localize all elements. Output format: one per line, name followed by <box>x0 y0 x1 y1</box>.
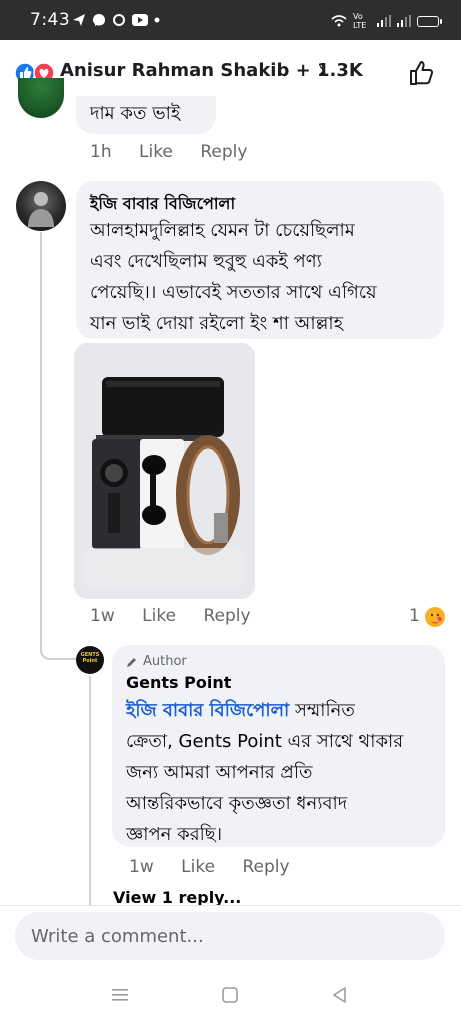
system-nav-bar <box>0 968 461 1024</box>
view-replies-link[interactable]: View 1 reply... <box>113 888 241 905</box>
send-icon <box>73 14 85 26</box>
comment-actions: 1w Like Reply <box>90 606 273 626</box>
reply-link[interactable]: Reply <box>203 606 250 626</box>
mention-link[interactable]: ইজি বাবার বিজিপোলা <box>126 700 289 721</box>
signal-icon <box>377 15 391 27</box>
dot-icon <box>154 17 160 23</box>
reaction-count[interactable]: 1 <box>409 606 422 626</box>
recent-apps-icon[interactable] <box>110 986 130 1004</box>
like-link[interactable]: Like <box>142 606 176 626</box>
commenter-avatar[interactable] <box>16 181 66 231</box>
care-reaction-icon[interactable] <box>424 606 446 628</box>
reply-link[interactable]: Reply <box>200 142 247 162</box>
reply-link[interactable]: Reply <box>242 857 289 877</box>
signal-2-icon <box>397 15 411 27</box>
home-icon[interactable] <box>221 986 239 1004</box>
comment-bubble-top: দাম কত ভাই <box>76 96 216 134</box>
reaction-count-number: 1 <box>409 606 420 626</box>
thread-line <box>40 232 42 650</box>
comment-photo[interactable] <box>74 343 255 599</box>
comment-composer[interactable] <box>15 912 445 960</box>
pencil-icon <box>127 657 136 667</box>
reply-actions: 1w Like Reply <box>129 857 312 877</box>
view-replies-label: View 1 reply... <box>113 888 242 905</box>
person-silhouette <box>28 192 54 227</box>
comment-line: আলহামদুলিল্লাহ যেমন টা চেয়েছিলাম <box>90 220 355 241</box>
like-icon[interactable] <box>408 58 438 88</box>
reply-line: আন্তরিকভাবে কৃতজ্ঞতা ধন্যবাদ <box>126 793 348 814</box>
comment-line: যান ভাই দোয়া রইলো ইং শা আল্লাহ <box>90 313 344 334</box>
comment-actions-top: 1h Like Reply <box>90 142 269 162</box>
reply-bubble: Author Gents Point ইজি বাবার বিজিপোলা সম… <box>112 645 445 847</box>
back-icon[interactable] <box>331 986 349 1004</box>
comment-bubble: ইজি বাবার বিজিপোলা আলহামদুলিল্লাহ যেমন ট… <box>76 181 444 339</box>
status-bar: 7:43 Vo LTE <box>0 0 461 40</box>
like-link[interactable]: Like <box>139 142 173 162</box>
messenger-icon <box>93 14 105 26</box>
reply-line-first: ইজি বাবার বিজিপোলা সম্মানিত <box>126 695 441 726</box>
commenter-avatar-top[interactable] <box>18 78 64 118</box>
comment-time: 1w <box>90 606 115 626</box>
comment-body: আলহামদুলিল্লাহ যেমন টা চেয়েছিলাম এবং দে… <box>90 215 377 339</box>
product-photo <box>74 343 255 599</box>
reply-line: জন্য আমরা আপনার প্রতি <box>126 762 313 783</box>
thread-connector <box>40 648 78 660</box>
wifi-icon <box>331 15 347 27</box>
reply-thread-line <box>89 676 91 906</box>
comment-text-top: দাম কত ভাই <box>90 103 181 124</box>
sync-icon <box>113 14 125 26</box>
comment-input[interactable] <box>15 912 445 960</box>
comment-line: এবং দেখেছিলাম হুবুহু একই পণ্য <box>90 251 322 272</box>
reply-author[interactable]: Gents Point <box>126 673 231 692</box>
composer-divider <box>0 905 461 906</box>
youtube-icon <box>132 14 148 26</box>
status-time: 7:43 <box>30 10 71 30</box>
status-notification-icons <box>72 13 160 27</box>
battery-icon <box>417 15 442 27</box>
author-badge: Author <box>126 654 187 669</box>
chevron-right-icon[interactable]: › <box>318 58 327 83</box>
comment-line: পেয়েছি।। এভাবেই সততার সাথে এগিয়ে <box>90 282 377 303</box>
reply-time: 1w <box>129 857 154 877</box>
status-system-icons: Vo LTE <box>331 12 442 30</box>
comment-time: 1h <box>90 142 112 162</box>
like-link[interactable]: Like <box>181 857 215 877</box>
volte-label: Vo LTE <box>353 12 367 30</box>
reply-line-rest: সম্মানিত <box>289 700 355 721</box>
reply-body: ইজি বাবার বিজিপোলা সম্মানিত ক্রেতা, Gent… <box>126 695 441 850</box>
page-avatar-text: GENTS Point <box>80 652 100 664</box>
reply-line: জ্ঞাপন করছি। <box>126 824 223 845</box>
reply-line: ক্রেতা, Gents Point এর সাথে থাকার <box>126 731 404 752</box>
author-badge-label: Author <box>143 654 187 669</box>
page-avatar[interactable]: GENTS Point <box>76 646 104 674</box>
comment-author[interactable]: ইজি বাবার বিজিপোলা <box>90 191 235 218</box>
